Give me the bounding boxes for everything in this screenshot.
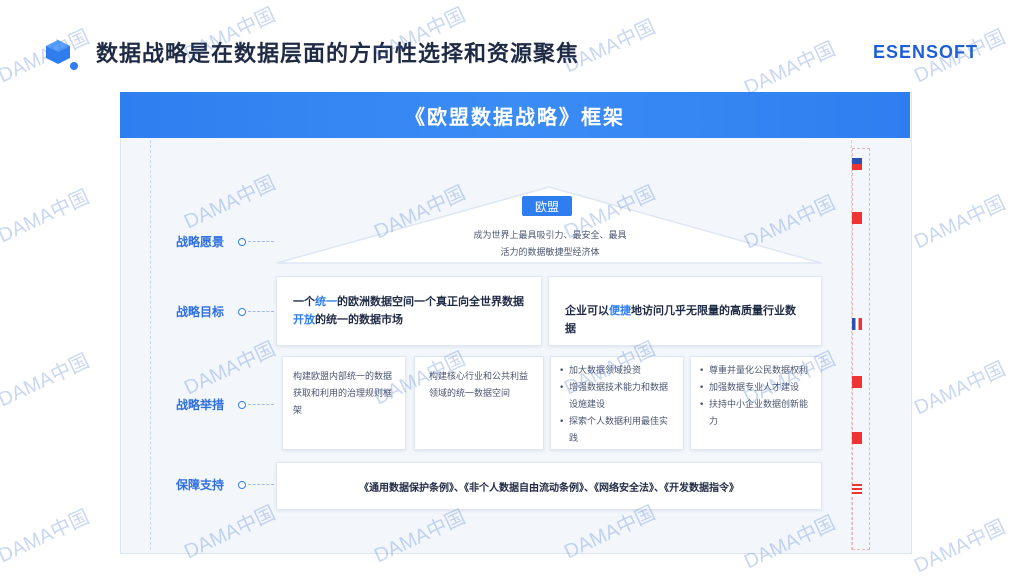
dot-icon	[238, 400, 247, 409]
goal-right-highlight: 便捷	[609, 304, 631, 317]
goal-box-left: 一个统一的欧洲数据空间一个真正向全世界数据开放的统一的数据市场	[276, 276, 542, 346]
list-item: 加强数据专业人才建设	[699, 380, 813, 397]
framework-header: 《欧盟数据战略》框架	[120, 92, 910, 138]
watermark: DAMA中国	[910, 358, 1009, 420]
flag-icon	[852, 318, 862, 330]
watermark: DAMA中国	[0, 186, 93, 248]
measure-box-4: 尊重并量化公民数据权利 加强数据专业人才建设 扶持中小企业数据创新能力	[690, 356, 822, 450]
measure-4-list: 尊重并量化公民数据权利 加强数据专业人才建设 扶持中小企业数据创新能力	[691, 357, 821, 437]
connector-line	[248, 484, 275, 485]
flag-icon	[852, 212, 862, 224]
list-item: 增强数据技术能力和数据设施建设	[559, 380, 675, 414]
connector-line	[248, 311, 275, 312]
watermark: DAMA中国	[0, 506, 93, 568]
list-item: 加大数据领域投资	[559, 363, 675, 380]
flag-icon	[852, 376, 862, 388]
goal-left-seg: 的欧洲数据空间一个真正向全世界数据	[337, 295, 524, 308]
label-vision-text: 战略愿景	[176, 235, 225, 249]
flag-icon	[852, 484, 862, 496]
measure-box-2: 构建核心行业和公共利益领域的统一数据空间	[414, 356, 544, 450]
support-box: 《通用数据保护条例》、《非个人数据自由流动条例》、《网络安全法》、《开发数据指令…	[276, 462, 822, 510]
label-goal-text: 战略目标	[176, 305, 225, 319]
list-item: 探索个人数据利用最佳实践	[559, 414, 675, 448]
label-goal: 战略目标	[176, 303, 275, 320]
connector-line	[248, 241, 275, 242]
goal-left-text: 一个统一的欧洲数据空间一个真正向全世界数据开放的统一的数据市场	[277, 277, 541, 345]
label-vision: 战略愿景	[176, 233, 275, 250]
measure-3-list: 加大数据领域投资 增强数据技术能力和数据设施建设 探索个人数据利用最佳实践	[551, 357, 683, 454]
framework-title: 《欧盟数据战略》框架	[405, 104, 625, 129]
flag-icon	[852, 432, 862, 444]
cube-logo-icon	[46, 40, 78, 70]
dot-icon	[238, 480, 247, 489]
label-measure-text: 战略举措	[176, 398, 225, 412]
dot-icon	[238, 307, 247, 316]
label-support-text: 保障支持	[176, 478, 225, 492]
goal-right-seg: 企业可以	[565, 304, 609, 317]
vision-line-2: 活力的数据敏捷型经济体	[500, 248, 600, 258]
vision-line-1: 成为世界上最具吸引力、最安全、最具	[473, 231, 627, 241]
label-support: 保障支持	[176, 476, 275, 493]
watermark: DAMA中国	[740, 38, 839, 100]
measure-1-text: 构建欧盟内部统一的数据获取和利用的治理规则框架	[293, 372, 393, 416]
goal-box-right: 企业可以便捷地访问几乎无限量的高质量行业数据	[548, 276, 822, 346]
measure-box-3: 加大数据领域投资 增强数据技术能力和数据设施建设 探索个人数据利用最佳实践	[550, 356, 684, 450]
watermark: DAMA中国	[0, 350, 93, 412]
measure-box-1: 构建欧盟内部统一的数据获取和利用的治理规则框架	[282, 356, 406, 450]
watermark: DAMA中国	[910, 516, 1009, 578]
dot-icon	[238, 237, 247, 246]
goal-left-highlight: 开放	[293, 313, 315, 326]
label-measure: 战略举措	[176, 396, 275, 413]
goal-left-seg: 一个	[293, 295, 315, 308]
list-item: 尊重并量化公民数据权利	[699, 363, 813, 380]
goal-left-seg: 的统一的数据市场	[315, 313, 403, 326]
flag-icon	[852, 158, 862, 170]
brand-logo: ESENSOFT	[872, 42, 978, 62]
watermark: DAMA中国	[910, 192, 1009, 254]
goal-right-text: 企业可以便捷地访问几乎无限量的高质量行业数据	[549, 277, 821, 363]
goal-left-highlight: 统一	[315, 295, 337, 308]
eu-tag: 欧盟	[522, 196, 572, 216]
measure-2-text: 构建核心行业和公共利益领域的统一数据空间	[429, 372, 529, 399]
vision-text: 成为世界上最具吸引力、最安全、最具 活力的数据敏捷型经济体	[440, 228, 660, 262]
page-title: 数据战略是在数据层面的方向性选择和资源聚焦	[96, 42, 580, 67]
support-laws-text: 《通用数据保护条例》、《非个人数据自由流动条例》、《网络安全法》、《开发数据指令…	[359, 482, 739, 494]
connector-line	[248, 404, 275, 405]
list-item: 扶持中小企业数据创新能力	[699, 397, 813, 431]
